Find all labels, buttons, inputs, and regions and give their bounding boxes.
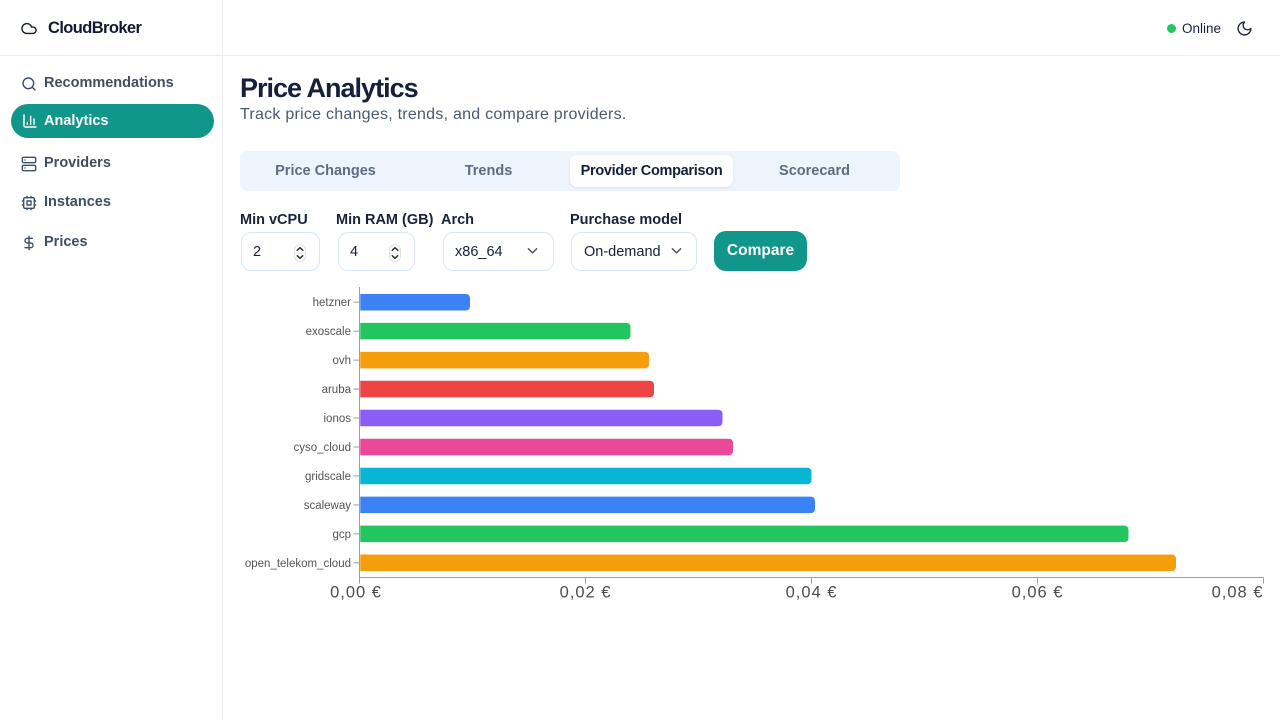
svg-text:ionos: ionos xyxy=(324,413,352,425)
svg-text:0,02 €: 0,02 € xyxy=(560,584,612,602)
svg-text:gridscale: gridscale xyxy=(305,471,351,483)
svg-text:0,08 €: 0,08 € xyxy=(1212,584,1264,602)
svg-text:open_telekom_cloud: open_telekom_cloud xyxy=(245,558,351,570)
svg-text:exoscale: exoscale xyxy=(306,326,351,338)
svg-text:0,06 €: 0,06 € xyxy=(1012,584,1064,602)
svg-text:0,00 €: 0,00 € xyxy=(330,584,382,602)
svg-text:cyso_cloud: cyso_cloud xyxy=(293,442,351,454)
svg-text:0,04 €: 0,04 € xyxy=(786,584,838,602)
svg-text:ovh: ovh xyxy=(332,355,351,367)
svg-text:scaleway: scaleway xyxy=(304,500,352,512)
svg-text:aruba: aruba xyxy=(322,384,352,396)
svg-text:gcp: gcp xyxy=(332,529,351,541)
svg-text:hetzner: hetzner xyxy=(313,297,352,309)
